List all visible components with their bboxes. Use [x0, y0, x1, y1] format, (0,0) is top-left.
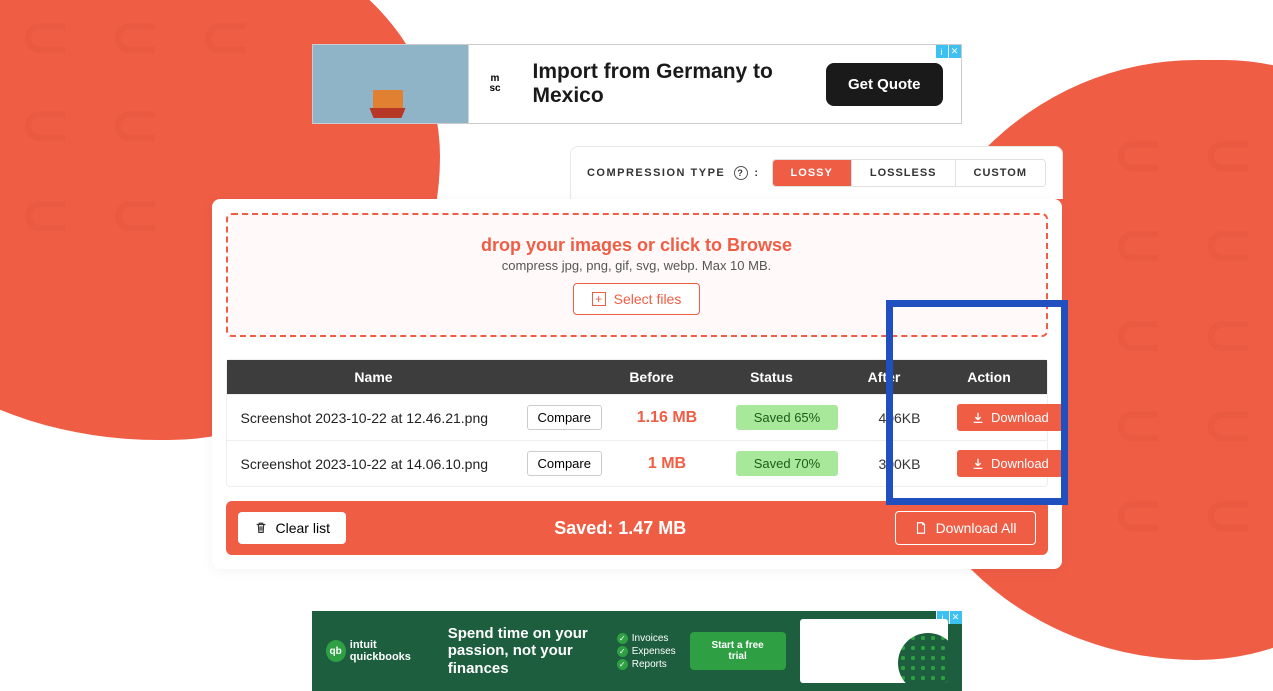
check-icon: ✓	[617, 633, 628, 644]
th-before: Before	[597, 360, 707, 394]
ad-headline: Spend time on your passion, not your fin…	[448, 625, 603, 677]
ad-screenshot	[800, 619, 948, 683]
select-files-button[interactable]: + Select files	[573, 283, 701, 315]
dropzone[interactable]: drop your images or click to Browse comp…	[226, 213, 1048, 337]
check-icon: ✓	[617, 659, 628, 670]
tab-lossy[interactable]: LOSSY	[773, 160, 852, 186]
before-size: 1 MB	[648, 455, 686, 473]
ad-headline: Import from Germany to Mexico	[523, 60, 826, 108]
th-name: Name	[227, 360, 517, 394]
file-name: Screenshot 2023-10-22 at 14.06.10.png	[227, 441, 517, 486]
download-button[interactable]: Download	[957, 450, 1063, 477]
compare-button[interactable]: Compare	[527, 405, 602, 430]
compression-label: COMPRESSION TYPE ? :	[587, 166, 760, 180]
ad-feature-list: ✓Invoices ✓Expenses ✓Reports	[617, 633, 676, 670]
ad-brand-logo: qb intuit quickbooks	[326, 639, 434, 663]
compare-button[interactable]: Compare	[527, 451, 602, 476]
download-icon	[971, 457, 985, 471]
ad-banner-top[interactable]: i ✕ msc Import from Germany to Mexico Ge…	[312, 44, 962, 124]
help-icon[interactable]: ?	[734, 166, 748, 180]
tab-lossless[interactable]: LOSSLESS	[852, 160, 956, 186]
file-table: Name Before Status After Action Screensh…	[226, 359, 1048, 487]
compression-tabs: LOSSY LOSSLESS CUSTOM	[772, 159, 1046, 187]
tab-custom[interactable]: CUSTOM	[956, 160, 1045, 186]
file-name: Screenshot 2023-10-22 at 12.46.21.png	[227, 395, 517, 440]
after-size: 406KB	[878, 410, 920, 426]
saved-total: Saved: 1.47 MB	[554, 518, 686, 539]
select-files-label: Select files	[614, 291, 682, 307]
clear-label: Clear list	[276, 520, 330, 536]
status-badge: Saved 65%	[736, 405, 839, 430]
main-panel: drop your images or click to Browse comp…	[212, 199, 1062, 569]
table-header: Name Before Status After Action	[227, 360, 1047, 394]
before-size: 1.16 MB	[637, 409, 697, 427]
ad-close-icon[interactable]: ✕	[949, 611, 962, 624]
th-action: Action	[932, 360, 1047, 394]
th-status: Status	[707, 360, 837, 394]
check-icon: ✓	[617, 646, 628, 657]
download-all-label: Download All	[936, 520, 1017, 536]
ad-cta-button[interactable]: Get Quote	[826, 63, 943, 106]
dropzone-title: drop your images or click to Browse	[248, 235, 1026, 256]
table-row: Screenshot 2023-10-22 at 14.06.10.png Co…	[227, 440, 1047, 486]
ad-info-icon[interactable]: i	[935, 45, 948, 58]
download-button[interactable]: Download	[957, 404, 1063, 431]
status-badge: Saved 70%	[736, 451, 839, 476]
plus-icon: +	[592, 292, 606, 306]
ad-close-icon[interactable]: ✕	[948, 45, 961, 58]
ad-banner-bottom[interactable]: i ✕ qb intuit quickbooks Spend time on y…	[312, 611, 962, 691]
after-size: 300KB	[878, 456, 920, 472]
download-label: Download	[991, 410, 1049, 425]
dropzone-subtitle: compress jpg, png, gif, svg, webp. Max 1…	[248, 258, 1026, 273]
trash-icon	[254, 521, 268, 535]
download-all-button[interactable]: Download All	[895, 511, 1036, 545]
th-after: After	[837, 360, 932, 394]
download-icon	[971, 411, 985, 425]
footer-bar: Clear list Saved: 1.47 MB Download All	[226, 501, 1048, 555]
table-row: Screenshot 2023-10-22 at 12.46.21.png Co…	[227, 394, 1047, 440]
download-label: Download	[991, 456, 1049, 471]
ad-logo: msc	[485, 70, 504, 98]
clear-list-button[interactable]: Clear list	[238, 512, 346, 544]
compression-type-bar: COMPRESSION TYPE ? : LOSSY LOSSLESS CUST…	[570, 146, 1063, 199]
file-icon	[914, 521, 928, 535]
